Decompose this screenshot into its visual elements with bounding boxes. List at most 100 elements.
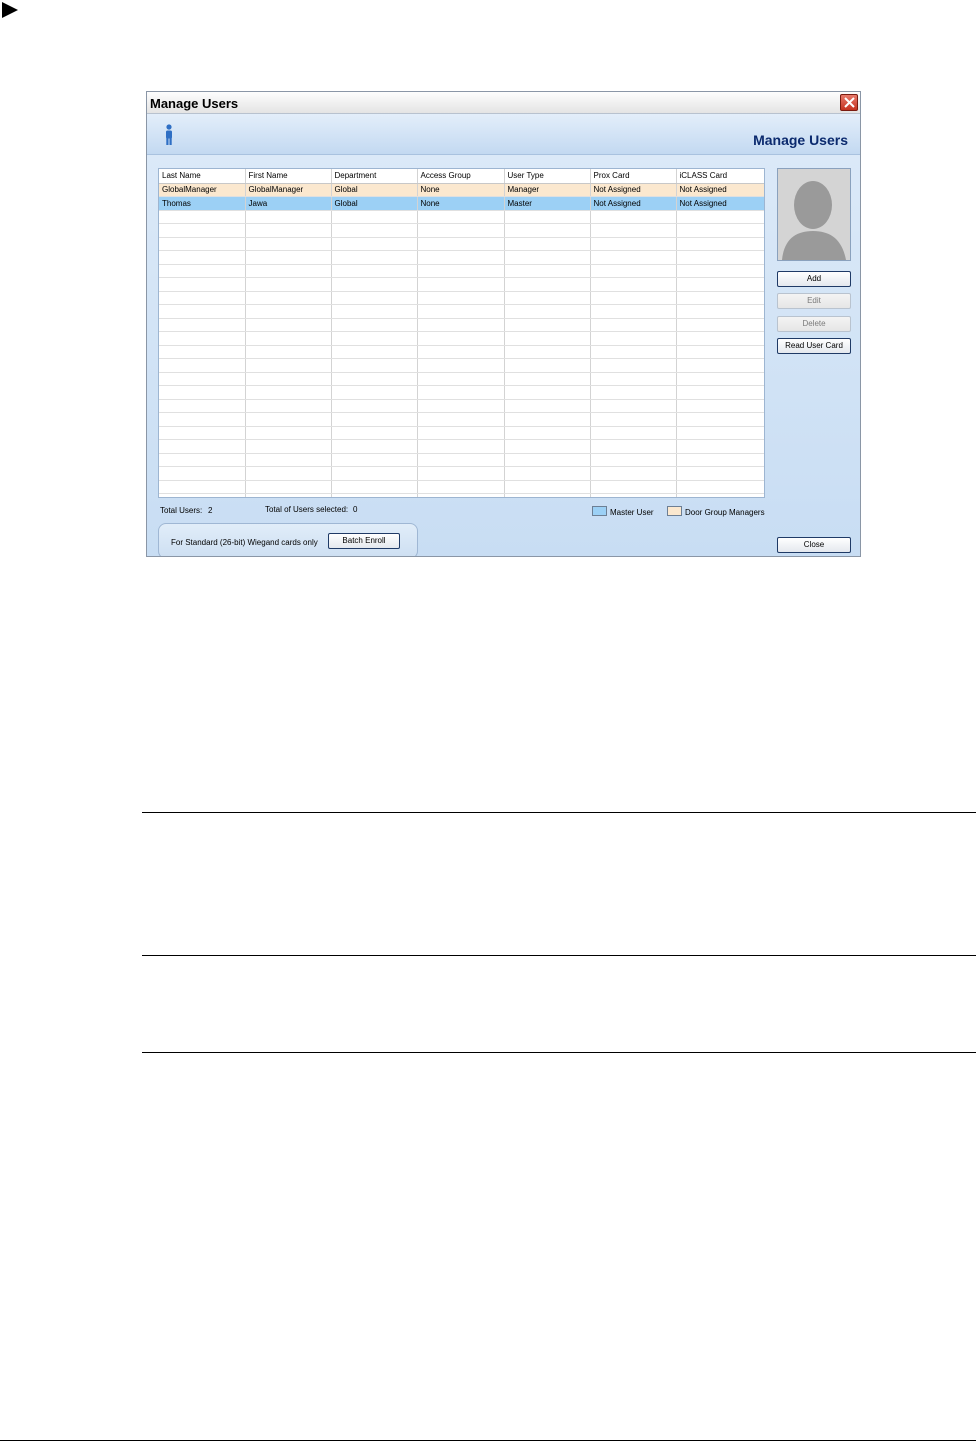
page-bottom-rule (0, 1440, 976, 1441)
table-cell (676, 399, 764, 413)
table-cell (331, 331, 418, 346)
column-header-last-name[interactable]: Last Name (159, 169, 246, 184)
table-cell (417, 358, 505, 373)
column-header-access-group[interactable]: Access Group (417, 169, 505, 184)
table-cell (159, 385, 246, 400)
table-cell (504, 480, 591, 494)
table-cell (331, 237, 418, 251)
table-cell (504, 318, 591, 332)
read-user-card-button[interactable]: Read User Card (777, 338, 851, 354)
table-cell (590, 439, 677, 454)
table-cell (331, 277, 418, 292)
table-cell (417, 426, 505, 440)
table-cell (504, 237, 591, 251)
table-cell (331, 264, 418, 278)
table-row[interactable]: Thomas Jawa Global None Master Not Assig… (159, 196, 764, 211)
table-cell: GlobalManager (245, 183, 332, 197)
table-cell (159, 426, 246, 440)
table-cell (504, 385, 591, 400)
table-cell (590, 426, 677, 440)
empty-table-row (159, 493, 764, 497)
table-cell (159, 372, 246, 386)
table-cell (417, 412, 505, 427)
person-icon (166, 124, 172, 145)
table-cell: Global (331, 183, 418, 197)
table-cell (676, 385, 764, 400)
batch-enroll-button[interactable]: Batch Enroll (328, 533, 400, 549)
column-header-department[interactable]: Department (331, 169, 418, 184)
table-cell (159, 453, 246, 467)
table-cell (676, 412, 764, 427)
table-row[interactable]: GlobalManager GlobalManager Global None … (159, 183, 764, 197)
table-cell (676, 466, 764, 481)
table-cell (504, 291, 591, 305)
table-cell: Jawa (245, 196, 332, 211)
table-cell (590, 264, 677, 278)
batch-enroll-panel: For Standard (26-bit) Wiegand cards only… (158, 523, 418, 556)
table-cell (504, 250, 591, 265)
users-table[interactable]: Last Name First Name Department Access G… (158, 168, 765, 498)
table-cell (590, 318, 677, 332)
table-cell (676, 223, 764, 238)
table-cell (590, 223, 677, 238)
table-cell (676, 277, 764, 292)
table-cell (159, 345, 246, 359)
table-cell (676, 291, 764, 305)
close-window-button[interactable] (840, 94, 858, 111)
delete-button[interactable]: Delete (777, 316, 851, 332)
table-cell (504, 277, 591, 292)
table-cell (417, 372, 505, 386)
table-cell (504, 466, 591, 481)
column-header-iclass-card[interactable]: iCLASS Card (676, 169, 764, 184)
empty-table-row (159, 264, 764, 278)
edit-button[interactable]: Edit (777, 293, 851, 309)
empty-table-row (159, 318, 764, 332)
table-cell (504, 493, 591, 497)
add-button[interactable]: Add (777, 271, 851, 287)
empty-table-row (159, 439, 764, 454)
table-cell (417, 250, 505, 265)
table-cell (676, 264, 764, 278)
table-cell: Not Assigned (676, 183, 764, 197)
table-cell (417, 304, 505, 319)
content-area: Last Name First Name Department Access G… (147, 155, 860, 556)
table-cell (245, 304, 332, 319)
table-cell (331, 399, 418, 413)
total-users-label: Total Users: (160, 506, 203, 515)
divider-rule (142, 1052, 976, 1053)
users-selected-value: 0 (353, 505, 358, 514)
table-cell (331, 223, 418, 238)
table-cell (159, 237, 246, 251)
empty-table-row (159, 223, 764, 238)
empty-table-row (159, 480, 764, 494)
empty-table-row (159, 426, 764, 440)
column-header-prox-card[interactable]: Prox Card (590, 169, 677, 184)
column-header-user-type[interactable]: User Type (504, 169, 591, 184)
close-button[interactable]: Close (777, 537, 851, 553)
table-cell (590, 493, 677, 497)
column-header-first-name[interactable]: First Name (245, 169, 332, 184)
table-cell: Global (331, 196, 418, 211)
close-icon (844, 97, 855, 108)
table-cell (590, 291, 677, 305)
table-cell (159, 291, 246, 305)
table-cell (245, 291, 332, 305)
table-cell (417, 264, 505, 278)
divider-rule (142, 955, 976, 956)
table-cell (504, 264, 591, 278)
table-cell (159, 480, 246, 494)
table-cell (245, 277, 332, 292)
table-cell (676, 345, 764, 359)
table-cell (417, 237, 505, 251)
empty-table-row (159, 331, 764, 346)
table-cell (159, 264, 246, 278)
table-cell (159, 210, 246, 224)
table-cell (676, 453, 764, 467)
table-cell (504, 439, 591, 454)
table-cell (245, 399, 332, 413)
table-cell (590, 385, 677, 400)
table-cell (331, 426, 418, 440)
table-cell (590, 304, 677, 319)
table-cell (331, 453, 418, 467)
table-cell (159, 223, 246, 238)
